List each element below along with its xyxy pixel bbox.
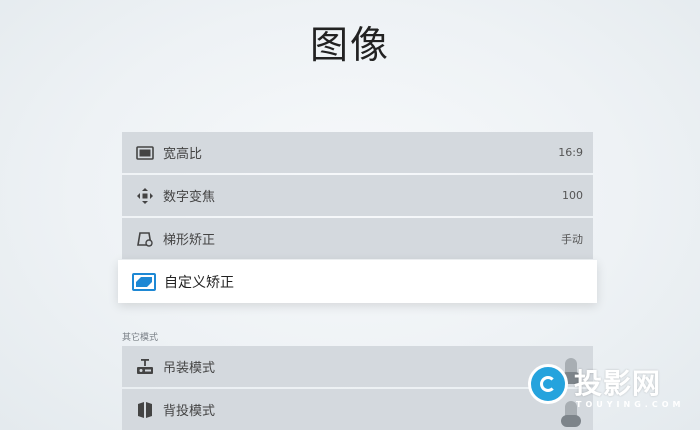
- menu-item-custom-correction[interactable]: 自定义矫正: [118, 260, 597, 303]
- menu-item-label: 宽高比: [163, 147, 203, 162]
- menu-item-value: 100: [562, 189, 583, 202]
- ceiling-mount-icon: [135, 357, 155, 377]
- custom-correction-icon: [132, 272, 156, 292]
- watermark-url: TOUYING.COM: [576, 400, 685, 409]
- keystone-icon: [135, 229, 155, 249]
- menu-item-value: 16:9: [558, 146, 583, 159]
- menu-item-aspect-ratio[interactable]: 宽高比 16:9: [122, 132, 593, 173]
- watermark-text: 投影网: [574, 367, 662, 400]
- watermark-logo-icon: [528, 364, 568, 404]
- menu-item-label: 梯形矫正: [163, 233, 216, 248]
- menu-item-digital-zoom[interactable]: 数字变焦 100: [122, 175, 593, 216]
- digital-zoom-icon: [135, 186, 155, 206]
- mode-item-label: 背投模式: [163, 404, 216, 419]
- menu-item-value: 手动: [561, 232, 583, 246]
- menu-item-label: 数字变焦: [163, 190, 216, 205]
- rear-projection-icon: [135, 400, 155, 420]
- aspect-ratio-icon: [135, 143, 155, 163]
- page-title: 图像: [309, 23, 390, 67]
- mode-item-ceiling-mount[interactable]: 吊装模式: [122, 346, 593, 387]
- watermark: 投影网 TOUYING.COM: [528, 362, 693, 420]
- menu-item-keystone[interactable]: 梯形矫正 手动: [122, 218, 593, 259]
- mode-item-rear-projection[interactable]: 背投模式: [122, 389, 593, 430]
- mode-item-label: 吊装模式: [163, 361, 216, 376]
- section-title: 其它模式: [122, 333, 159, 343]
- menu-item-label: 自定义矫正: [164, 274, 234, 291]
